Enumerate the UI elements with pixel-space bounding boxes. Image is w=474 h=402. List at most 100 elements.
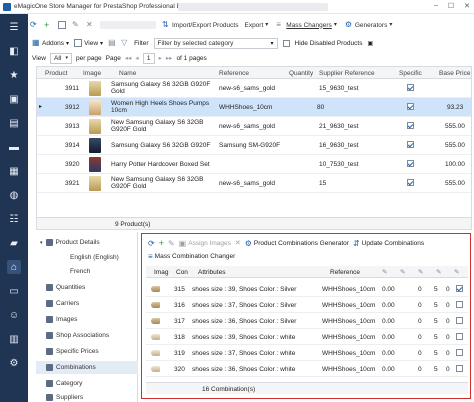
category-filter-input[interactable]: Filter by selected category ▾ — [153, 37, 278, 49]
combination-row[interactable]: 318 shoes size : 39, Shoes Color : white… — [146, 330, 468, 345]
default-checkbox[interactable] — [456, 349, 463, 356]
products-icon[interactable]: ▣ — [7, 92, 21, 106]
expand-toggle-icon[interactable]: ▣ — [367, 40, 373, 47]
add-button[interactable]: + — [44, 21, 52, 30]
details-item-combinations[interactable]: Combinations — [36, 361, 138, 374]
edit-button[interactable]: ✎ — [72, 21, 80, 29]
combination-row[interactable]: 315 shoes size : 39, Shoes Color : Silve… — [146, 282, 468, 297]
tree-icon[interactable]: ▤ — [108, 39, 116, 47]
minimize-button[interactable]: – — [434, 2, 438, 10]
default-checkbox[interactable] — [456, 301, 463, 308]
cell-value: 0.00 — [382, 286, 395, 293]
details-item-french[interactable]: French — [36, 265, 138, 278]
assign-images-button[interactable]: ▣ Assign Images — [179, 239, 231, 248]
col-quantity[interactable]: Quantity — [289, 70, 313, 77]
maximize-button[interactable]: ☐ — [448, 2, 454, 10]
truck-icon[interactable]: ▰ — [7, 236, 21, 250]
specific-checkbox[interactable] — [407, 84, 414, 91]
details-item-carriers[interactable]: Carriers — [36, 297, 138, 310]
gear-icon[interactable]: ⚙ — [7, 356, 21, 370]
update-combinations-button[interactable]: ⇵ Update Combinations — [353, 239, 424, 248]
specific-checkbox[interactable] — [407, 103, 414, 110]
page-number-input[interactable]: 1 — [142, 52, 155, 64]
messages-icon[interactable]: ▬ — [7, 140, 21, 154]
default-checkbox[interactable] — [456, 317, 463, 324]
col-specific[interactable]: Specific — [399, 70, 422, 77]
mass-changers-button[interactable]: ≡ Mass Changers ▾ — [276, 21, 339, 29]
globe-icon[interactable]: ◍ — [7, 188, 21, 202]
details-item-quantities[interactable]: Quantities — [36, 281, 138, 294]
table-row[interactable]: 3921 New Samsung Galaxy S6 32GB G920F Go… — [37, 174, 471, 193]
prev-page-button[interactable]: ◂ — [135, 54, 138, 62]
combination-row[interactable]: 319 shoes size : 37, Shoes Color : white… — [146, 346, 468, 361]
default-checkbox[interactable] — [456, 285, 463, 292]
next-page-button[interactable]: ▸ — [159, 54, 162, 62]
product-details-node[interactable]: ▾ Product Details — [36, 236, 138, 249]
specific-checkbox[interactable] — [407, 179, 414, 186]
table-row-selected[interactable]: ▸ 3912 Women High Heels Shoes Pumps 10cm… — [37, 98, 471, 117]
details-item-images[interactable]: Images — [36, 313, 138, 326]
combination-row[interactable]: 317 shoes size : 36, Shoes Color : Silve… — [146, 314, 468, 329]
plus-icon[interactable]: + — [159, 238, 164, 248]
refresh-icon[interactable]: ⟳ — [148, 239, 155, 248]
col-attributes[interactable]: Attributes — [198, 269, 225, 276]
menu-icon[interactable]: ☰ — [7, 20, 21, 34]
specific-checkbox[interactable] — [407, 160, 414, 167]
pencil-icon[interactable]: ✎ — [168, 239, 175, 248]
drive-icon[interactable]: ▭ — [7, 284, 21, 298]
view-button[interactable]: View ▾ — [74, 39, 103, 47]
dashboard-icon[interactable]: ◧ — [7, 44, 21, 58]
mass-combination-changer-button[interactable]: ≡ Mass Combination Changer — [148, 252, 235, 261]
col-con[interactable]: Con — [176, 269, 188, 276]
people-icon[interactable]: ☺ — [7, 308, 21, 322]
copy-button[interactable] — [58, 21, 66, 29]
delete-button[interactable]: ✕ — [86, 21, 94, 29]
close-button[interactable]: ✕ — [464, 2, 470, 10]
table-row[interactable]: 3911 Samsung Galaxy S6 32GB G920F Gold n… — [37, 79, 471, 98]
table-row[interactable]: 3914 Samsung Galaxy S6 32GB G920F Samsun… — [37, 136, 471, 155]
generators-button[interactable]: ⚙ Generators ▾ — [345, 21, 395, 29]
addons-button[interactable]: ▦ Addons ▾ — [32, 39, 69, 47]
col-image[interactable]: Imag — [154, 269, 168, 276]
combinations-generator-button[interactable]: ⚙ Product Combinations Generator — [245, 239, 349, 248]
default-checkbox[interactable] — [456, 333, 463, 340]
col-product-id[interactable]: Product — [45, 70, 67, 77]
combinations-grid-footer: 16 Combination(s) — [146, 382, 468, 394]
categories-icon[interactable]: ▦ — [7, 164, 21, 178]
combination-row[interactable]: 316 shoes size : 37, Shoes Color : Silve… — [146, 298, 468, 313]
funnel-icon[interactable]: ▽ — [121, 39, 129, 47]
chart-icon[interactable]: ▥ — [7, 332, 21, 346]
cell-id: 3913 — [65, 123, 80, 130]
export-button[interactable]: Export ▾ — [244, 21, 270, 29]
details-item-category[interactable]: Category — [36, 377, 138, 390]
table-row[interactable]: 3913 New Samsung Galaxy S6 32GB G920F Go… — [37, 117, 471, 136]
delete-icon[interactable]: ✕ — [235, 239, 241, 247]
details-item-english[interactable]: English (English) — [36, 251, 138, 264]
default-checkbox[interactable] — [456, 365, 463, 372]
store-icon[interactable]: ⌂ — [7, 260, 21, 274]
table-row[interactable]: 3920 Harry Potter Hardcover Boxed Set 10… — [37, 155, 471, 174]
specific-checkbox[interactable] — [407, 122, 414, 129]
cell-value: 0 — [418, 366, 422, 373]
details-item-suppliers[interactable]: Suppliers — [36, 391, 138, 402]
first-page-button[interactable]: ◂◂ — [125, 54, 132, 62]
combination-row[interactable]: 320 shoes size : 36, Shoes Color : white… — [146, 362, 468, 377]
import-export-button[interactable]: ⇅ Import/Export Products — [162, 21, 238, 29]
col-supplier-reference[interactable]: Supplier Reference — [319, 70, 375, 77]
star-icon[interactable]: ★ — [7, 68, 21, 82]
specific-checkbox[interactable] — [407, 141, 414, 148]
col-name[interactable]: Name — [119, 70, 136, 77]
col-reference[interactable]: Reference — [219, 70, 249, 77]
per-page-select[interactable]: All ▾ — [49, 52, 72, 64]
settings-sliders-icon[interactable]: ☷ — [7, 212, 21, 226]
orders-icon[interactable]: ▤ — [7, 116, 21, 130]
refresh-button[interactable]: ⟳ — [30, 21, 38, 29]
hide-disabled-checkbox[interactable] — [282, 39, 290, 47]
col-base-price[interactable]: Base Price — [439, 70, 470, 77]
col-reference[interactable]: Reference — [330, 269, 360, 276]
product-thumbnail — [89, 81, 101, 96]
details-item-specific-prices[interactable]: Specific Prices — [36, 345, 138, 358]
col-image[interactable]: Image — [83, 70, 101, 77]
last-page-button[interactable]: ▸▸ — [166, 54, 173, 62]
details-item-shop-associations[interactable]: Shop Associations — [36, 329, 138, 342]
